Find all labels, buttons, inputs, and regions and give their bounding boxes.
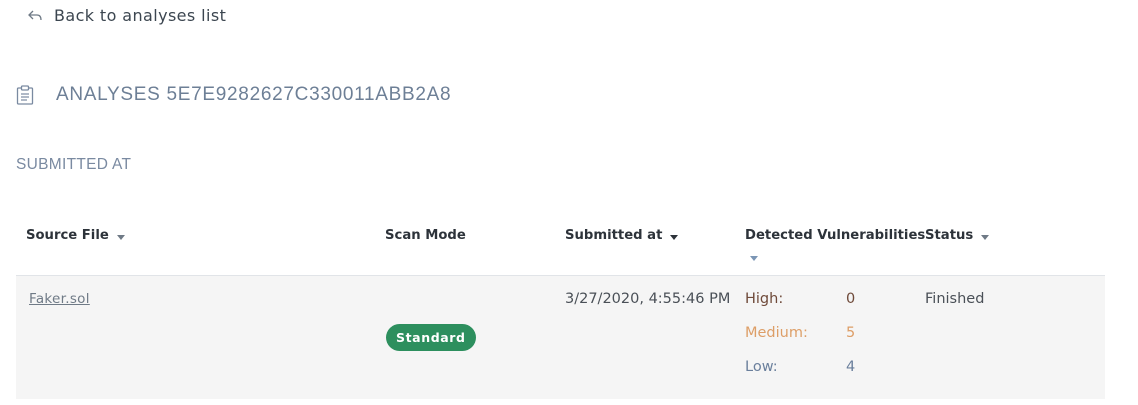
- column-header-submitted-at[interactable]: Submitted at: [565, 228, 679, 243]
- column-header-status[interactable]: Status: [925, 228, 990, 243]
- page-title-row: ANALYSES 5E7E9282627C330011ABB2A8: [16, 84, 451, 106]
- column-label: Source File: [26, 228, 109, 243]
- low-count: 4: [846, 359, 856, 375]
- submitted-at-value: 3/27/2020, 4:55:46 PM: [565, 291, 731, 307]
- high-label: High:: [745, 291, 784, 307]
- low-label: Low:: [745, 359, 778, 375]
- back-to-analyses-link[interactable]: Back to analyses list: [28, 6, 226, 25]
- table-header: Source File Scan Mode Submitted at Detec…: [16, 214, 1105, 276]
- high-count: 0: [846, 291, 856, 307]
- sort-caret-icon: [750, 256, 758, 261]
- column-label: Detected Vulnerabilities: [745, 228, 926, 243]
- section-label: SUBMITTED AT: [16, 156, 132, 173]
- clipboard-icon: [16, 85, 34, 105]
- column-header-source-file[interactable]: Source File: [26, 228, 125, 243]
- sort-caret-icon: [981, 234, 990, 240]
- page-title: ANALYSES 5E7E9282627C330011ABB2A8: [56, 84, 452, 105]
- column-header-detected-vulnerabilities[interactable]: Detected Vulnerabilities: [745, 228, 925, 243]
- table-row: Faker.sol Standard 3/27/2020, 4:55:46 PM…: [16, 276, 1105, 399]
- column-label: Submitted at: [565, 228, 663, 243]
- analysis-page: Back to analyses list ANALYSES 5E7E92826…: [0, 0, 1138, 405]
- status-value: Finished: [925, 291, 985, 307]
- column-label: Scan Mode: [385, 228, 466, 243]
- sort-caret-icon: [116, 234, 125, 240]
- medium-count: 5: [846, 325, 856, 341]
- back-link-label: Back to analyses list: [54, 6, 227, 25]
- analyses-table: Source File Scan Mode Submitted at Detec…: [16, 214, 1105, 399]
- medium-label: Medium:: [745, 325, 808, 341]
- source-file-link[interactable]: Faker.sol: [29, 291, 90, 307]
- scan-mode-badge: Standard: [386, 324, 476, 351]
- reply-arrow-icon: [28, 10, 42, 20]
- column-header-scan-mode: Scan Mode: [385, 228, 466, 243]
- sort-caret-icon: [670, 234, 679, 240]
- column-label: Status: [925, 228, 974, 243]
